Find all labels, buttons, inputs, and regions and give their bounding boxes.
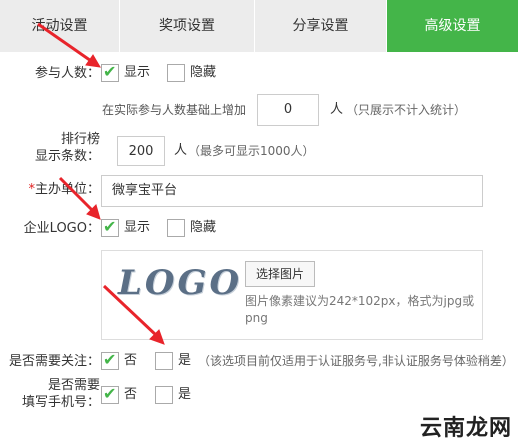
organizer-label: *主办单位： <box>20 181 100 198</box>
follow-label: 是否需要关注： <box>8 354 100 369</box>
phone-label-line2: 填写手机号： <box>21 395 100 410</box>
logo-hide-checkbox[interactable] <box>167 219 185 237</box>
follow-no-checkbox[interactable]: ✔ <box>101 350 119 370</box>
tab-bar: 活动设置 奖项设置 分享设置 高级设置 <box>0 0 518 52</box>
phone-label-line1: 是否需要 <box>47 378 100 393</box>
follow-yes-label: 是 <box>178 353 192 368</box>
logo-show-label: 显示 <box>124 220 151 235</box>
participants-increase-label: 在实际参与人数基础上增加 <box>102 103 247 117</box>
tab-prize-settings[interactable]: 奖项设置 <box>120 0 255 52</box>
logo-show-checkbox[interactable]: ✔ <box>101 217 119 237</box>
select-image-button[interactable]: 选择图片 <box>245 261 315 287</box>
participants-hide-checkbox[interactable] <box>167 64 185 82</box>
logo-hide-label: 隐藏 <box>190 220 217 235</box>
phone-no-checkbox[interactable]: ✔ <box>101 384 119 404</box>
participants-increase-note: （只展示不计入统计） <box>346 103 467 117</box>
follow-no-label: 否 <box>124 353 138 368</box>
phone-no-label: 否 <box>124 387 138 402</box>
tab-advanced-settings[interactable]: 高级设置 <box>387 0 518 52</box>
logo-label: 企业LOGO： <box>23 221 100 236</box>
phone-yes-label: 是 <box>178 387 192 402</box>
participants-show-checkbox[interactable]: ✔ <box>101 62 119 82</box>
organizer-input[interactable]: 微享宝平台 <box>101 175 483 207</box>
logo-upload-panel: LOGO 选择图片 图片像素建议为242*102px，格式为jpg或png <box>101 250 483 340</box>
check-icon: ✔ <box>103 217 117 236</box>
participants-label: 参与人数： <box>34 66 100 81</box>
participants-increase-input[interactable]: 0 <box>257 94 319 126</box>
check-icon: ✔ <box>103 350 117 369</box>
participants-show-label: 显示 <box>124 65 151 80</box>
logo-preview-image: LOGO <box>118 263 243 303</box>
leaderboard-label-line1: 排行榜 <box>60 132 100 147</box>
leaderboard-unit: 人 <box>174 143 188 158</box>
check-icon: ✔ <box>103 62 117 81</box>
leaderboard-count-input[interactable]: 200 <box>117 136 165 166</box>
organizer-label-text: 主办单位： <box>34 182 100 197</box>
check-icon: ✔ <box>103 384 117 403</box>
phone-yes-checkbox[interactable] <box>155 386 173 404</box>
leaderboard-label-line2: 显示条数： <box>34 149 100 164</box>
leaderboard-note: （最多可显示1000人） <box>188 144 315 158</box>
logo-size-hint: 图片像素建议为242*102px，格式为jpg或png <box>245 294 475 325</box>
watermark-logo: 云南龙网 <box>419 416 512 441</box>
follow-yes-checkbox[interactable] <box>155 352 173 370</box>
follow-note: （该选项目前仅适用于认证服务号,非认证服务号体验稍差） <box>198 354 514 368</box>
participants-hide-label: 隐藏 <box>190 65 217 80</box>
participants-unit: 人 <box>330 102 344 117</box>
tab-activity-settings[interactable]: 活动设置 <box>0 0 120 52</box>
tab-share-settings[interactable]: 分享设置 <box>255 0 387 52</box>
